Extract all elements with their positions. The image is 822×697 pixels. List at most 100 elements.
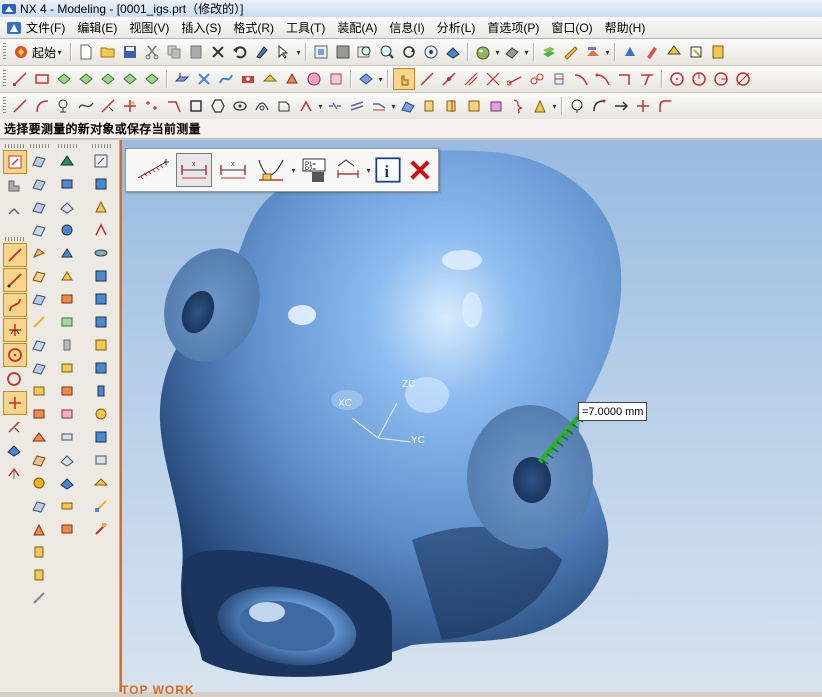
menu-information[interactable]: 信息(I) — [383, 18, 430, 37]
text-curve-icon[interactable] — [274, 96, 294, 116]
menu-file[interactable]: 文件(F) — [22, 18, 71, 37]
brush-icon[interactable] — [642, 42, 662, 62]
surface-icon-2[interactable] — [28, 173, 50, 195]
edit-feature-icon-1[interactable] — [90, 150, 112, 172]
feature-op-icon[interactable] — [356, 69, 376, 89]
view-orient-icon[interactable] — [443, 42, 463, 62]
section-curve-icon[interactable] — [420, 96, 440, 116]
menu-analysis[interactable]: 分析(L) — [431, 18, 482, 37]
surface-curve-icon[interactable] — [398, 96, 418, 116]
surface-icon-20[interactable] — [28, 587, 50, 609]
project-curve-icon[interactable] — [347, 96, 367, 116]
edit-curve-icon[interactable] — [567, 96, 587, 116]
more-display-icon[interactable] — [708, 42, 728, 62]
rect-curve-icon[interactable] — [186, 96, 206, 116]
surface-icon-8[interactable] — [28, 311, 50, 333]
feature-op-icon-1[interactable] — [56, 173, 78, 195]
intersect-curve-icon[interactable] — [442, 96, 462, 116]
rotate-icon[interactable] — [399, 42, 419, 62]
general-conic-icon[interactable] — [252, 96, 272, 116]
edit-feature-icon-2[interactable] — [90, 173, 112, 195]
pocket-icon[interactable] — [260, 69, 280, 89]
revolve-icon[interactable] — [194, 69, 214, 89]
zoom-icon[interactable] — [355, 42, 375, 62]
zoom-window-icon[interactable] — [333, 42, 353, 62]
save-icon[interactable] — [120, 42, 140, 62]
finish-sketch-icon[interactable] — [3, 175, 25, 197]
circle-radius-icon[interactable] — [711, 69, 731, 89]
spline-icon[interactable] — [76, 96, 96, 116]
sketch-line-icon[interactable] — [3, 268, 27, 292]
feature-op-icon-4[interactable] — [56, 242, 78, 264]
hole-icon[interactable] — [238, 69, 258, 89]
sketch-arc-icon[interactable] — [3, 293, 27, 317]
menu-format[interactable]: 格式(R) — [227, 18, 280, 37]
select-filter-icon[interactable] — [274, 42, 294, 62]
cone-icon[interactable] — [98, 69, 118, 89]
surface-icon-9[interactable] — [28, 334, 50, 356]
toolbar-grip[interactable] — [3, 70, 6, 88]
line-point-icon[interactable] — [505, 69, 525, 89]
feature-op-icon-3[interactable] — [56, 219, 78, 241]
new-file-icon[interactable] — [76, 42, 96, 62]
undo-icon[interactable] — [230, 42, 250, 62]
toolbar-grip[interactable] — [5, 237, 24, 241]
surface-icon-10[interactable] — [28, 357, 50, 379]
chevron-down-icon[interactable]: ▾ — [604, 48, 611, 57]
edit-feature-icon-14[interactable] — [90, 449, 112, 471]
measure-length-icon[interactable] — [254, 154, 288, 186]
edit-curve-param-icon[interactable] — [589, 96, 609, 116]
cylinder-icon[interactable] — [76, 69, 96, 89]
toolbar-grip[interactable] — [30, 144, 49, 148]
chevron-down-icon[interactable]: ▾ — [290, 166, 297, 175]
sketch-constraint-icon[interactable] — [3, 439, 25, 461]
line-tangent-icon[interactable] — [527, 69, 547, 89]
edit-feature-icon-13[interactable] — [90, 426, 112, 448]
cut-icon[interactable] — [142, 42, 162, 62]
feature-op-icon-12[interactable] — [56, 426, 78, 448]
boss-icon[interactable] — [142, 69, 162, 89]
corner-icon[interactable] — [637, 69, 657, 89]
basic-arc-icon[interactable] — [32, 96, 52, 116]
chevron-down-icon[interactable]: ▾ — [551, 102, 558, 111]
delete-icon[interactable] — [208, 42, 228, 62]
surface-icon-18[interactable] — [28, 541, 50, 563]
toolbar-grip[interactable] — [3, 97, 6, 115]
part-model[interactable] — [122, 140, 822, 692]
sphere-feature-icon[interactable] — [120, 69, 140, 89]
sketch-fillet-icon[interactable] — [3, 318, 27, 342]
law-curve-icon[interactable] — [530, 96, 550, 116]
feature-op-icon-13[interactable] — [56, 449, 78, 471]
edit-feature-icon-8[interactable] — [90, 311, 112, 333]
menu-window[interactable]: 窗口(O) — [545, 18, 598, 37]
circle-center-icon[interactable] — [667, 69, 687, 89]
line-icon[interactable] — [10, 69, 30, 89]
chevron-down-icon[interactable]: ▾ — [494, 48, 501, 57]
line-normal-icon[interactable] — [483, 69, 503, 89]
chevron-down-icon[interactable]: ▾ — [295, 48, 302, 57]
edit-object-display-icon[interactable] — [583, 42, 603, 62]
shaded-sphere-icon[interactable] — [473, 42, 493, 62]
surface-icon-11[interactable] — [28, 380, 50, 402]
block-icon[interactable] — [54, 69, 74, 89]
toolbar-grip[interactable] — [5, 144, 24, 148]
sketch-style-icon[interactable] — [3, 198, 25, 220]
polygon-icon[interactable] — [208, 96, 228, 116]
line-angle-icon[interactable] — [439, 69, 459, 89]
sketch-icon[interactable] — [3, 150, 27, 174]
surface-icon-15[interactable] — [28, 472, 50, 494]
toolbar-grip[interactable] — [58, 144, 77, 148]
menu-view[interactable]: 视图(V) — [123, 18, 175, 37]
feature-op-icon-6[interactable] — [56, 288, 78, 310]
fit-view-icon[interactable] — [311, 42, 331, 62]
feature-op-icon-7[interactable] — [56, 311, 78, 333]
edit-feature-icon-7[interactable] — [90, 288, 112, 310]
extract-curve-icon[interactable] — [464, 96, 484, 116]
surface-icon-17[interactable] — [28, 518, 50, 540]
surface-icon-14[interactable] — [28, 449, 50, 471]
arc-icon[interactable] — [571, 69, 591, 89]
paste-icon[interactable] — [186, 42, 206, 62]
slot-icon[interactable] — [304, 69, 324, 89]
form-feature-icon[interactable] — [56, 150, 78, 172]
pan-icon[interactable] — [421, 42, 441, 62]
